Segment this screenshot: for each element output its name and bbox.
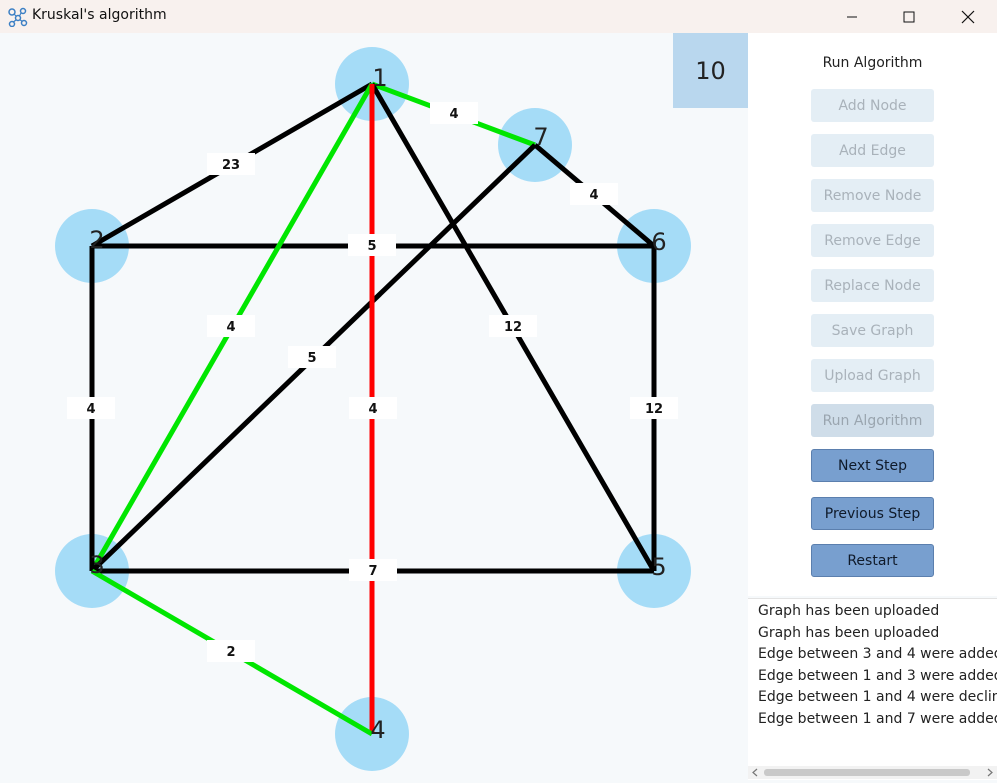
edge-weight-3-4: 2 xyxy=(207,640,255,662)
svg-text:5: 5 xyxy=(307,351,316,366)
title-bar: Kruskal's algorithm xyxy=(0,0,997,33)
edge-weight-1-7: 4 xyxy=(430,102,478,124)
log-horizontal-scrollbar[interactable] xyxy=(748,766,997,779)
restart-button[interactable]: Restart xyxy=(811,544,934,577)
svg-text:4: 4 xyxy=(226,320,235,335)
edge-weight-2-6: 5 xyxy=(348,234,396,256)
svg-text:4: 4 xyxy=(589,188,598,203)
svg-text:4: 4 xyxy=(368,402,377,417)
edge-weight-1-5: 12 xyxy=(489,315,537,337)
scrollbar-thumb[interactable] xyxy=(764,769,970,776)
edge-weight-1-2: 23 xyxy=(207,153,255,175)
next-step-button[interactable]: Next Step xyxy=(811,449,934,482)
graph-svg[interactable]: 12345672344545124 4 1272 xyxy=(0,33,748,779)
graph-node-label-6: 6 xyxy=(651,228,666,256)
edge-weight-1-3: 4 xyxy=(207,315,255,337)
scroll-right-icon[interactable] xyxy=(986,768,994,777)
save-graph-button[interactable]: Save Graph xyxy=(811,314,934,347)
log-line: Graph has been uploaded xyxy=(758,625,940,641)
replace-node-button[interactable]: Replace Node xyxy=(811,269,934,302)
maximize-icon xyxy=(903,11,915,22)
graph-app-icon xyxy=(8,7,28,27)
close-icon xyxy=(961,10,975,23)
edge-weight-6-5: 12 xyxy=(630,397,678,419)
remove-node-button[interactable]: Remove Node xyxy=(811,179,934,212)
svg-text:12: 12 xyxy=(504,320,522,335)
edge-weight-2-3: 4 xyxy=(67,397,115,419)
maximize-button[interactable] xyxy=(883,0,935,33)
graph-node-label-4: 4 xyxy=(370,716,385,744)
graph-node-label-3: 3 xyxy=(89,551,104,579)
log-line: Edge between 1 and 7 were added xyxy=(758,711,997,727)
previous-step-button[interactable]: Previous Step xyxy=(811,497,934,530)
run-algorithm-button[interactable]: Run Algorithm xyxy=(811,404,934,437)
graph-node-label-2: 2 xyxy=(89,226,104,254)
svg-text:23: 23 xyxy=(222,158,240,173)
graph-node-label-1: 1 xyxy=(372,64,387,92)
remove-edge-button[interactable]: Remove Edge xyxy=(811,224,934,257)
svg-text:5: 5 xyxy=(367,239,376,254)
svg-text:7: 7 xyxy=(368,564,377,579)
log-line: Edge between 3 and 4 were added xyxy=(758,646,997,662)
svg-text:2: 2 xyxy=(226,645,235,660)
graph-node-label-5: 5 xyxy=(651,553,666,581)
log-line: Graph has been uploaded xyxy=(758,603,940,619)
event-log[interactable]: Graph has been uploaded Graph has been u… xyxy=(748,598,997,780)
graph-node-label-7: 7 xyxy=(533,123,548,151)
upload-graph-button[interactable]: Upload Graph xyxy=(811,359,934,392)
edge-weight-3-5: 7 xyxy=(349,559,397,581)
add-edge-button[interactable]: Add Edge xyxy=(811,134,934,167)
window-title: Kruskal's algorithm xyxy=(32,7,167,23)
add-node-button[interactable]: Add Node xyxy=(811,89,934,122)
svg-text:4: 4 xyxy=(449,107,458,122)
panel-title: Run Algorithm xyxy=(822,55,923,71)
control-panel: Run Algorithm Add Node Add Edge Remove N… xyxy=(748,33,997,596)
minimize-icon xyxy=(847,16,857,17)
scroll-left-icon[interactable] xyxy=(751,768,759,777)
graph-canvas[interactable]: 1 2 3 4 5 6 7 23 4 4 5 4 5 12 4 4 12 7 2 xyxy=(0,33,748,779)
svg-text:4: 4 xyxy=(86,402,95,417)
close-button[interactable] xyxy=(942,0,994,33)
minimize-button[interactable] xyxy=(826,0,878,33)
edge-weight-1-4: 4 xyxy=(349,397,397,419)
step-counter: 10 xyxy=(673,33,748,108)
log-line: Edge between 1 and 4 were declined xyxy=(758,689,997,705)
edge-weight-7-3: 5 xyxy=(288,346,336,368)
log-line: Edge between 1 and 3 were added xyxy=(758,668,997,684)
edge-weight-7-6: 4 xyxy=(570,183,618,205)
svg-text:12: 12 xyxy=(645,402,663,417)
